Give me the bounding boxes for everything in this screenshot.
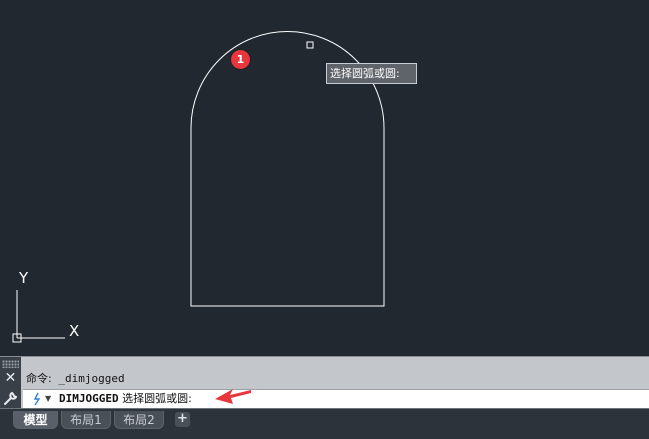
tab-model[interactable]: 模型	[13, 411, 58, 429]
command-input[interactable]: ▼ DIMJOGGED 选择圆弧或圆:	[23, 389, 649, 409]
arrow-annotation-icon	[215, 389, 251, 404]
close-icon[interactable]: ✕	[3, 371, 18, 386]
history-prefix: 命令:	[26, 372, 52, 385]
ucs-y-label: Y	[18, 269, 29, 287]
drag-grip-icon[interactable]	[2, 360, 19, 368]
layout-tab-bar: 模型 布局1 布局2 +	[0, 408, 649, 439]
grip-marker[interactable]	[306, 41, 314, 49]
command-prompt: DIMJOGGED 选择圆弧或圆:	[59, 392, 192, 406]
drawing-svg: Y X	[12, 31, 385, 343]
step-badge: 1	[231, 50, 250, 69]
prompt-text: 选择圆弧或圆:	[122, 392, 192, 405]
drawing-canvas[interactable]: Y X 1 选择圆弧或圆:	[0, 0, 649, 356]
command-icon[interactable]	[31, 392, 43, 406]
ucs-x-label: X	[69, 322, 79, 340]
chevron-down-icon[interactable]: ▼	[45, 392, 51, 406]
ucs-icon	[12, 290, 65, 343]
command-line-window: ✕ 命令: _dimjogged ▼ DIMJOGGED 选择圆弧或圆:	[0, 356, 649, 409]
command-line-sidebar: ✕	[0, 357, 21, 409]
command-history-line: 命令: _dimjogged	[26, 370, 125, 386]
prompt-keyword: DIMJOGGED	[59, 392, 119, 405]
history-command: _dimjogged	[58, 372, 125, 385]
tab-layout2[interactable]: 布局2	[114, 411, 164, 429]
cursor-tooltip: 选择圆弧或圆:	[326, 63, 417, 84]
tab-layout1[interactable]: 布局1	[61, 411, 111, 429]
add-layout-button[interactable]: +	[175, 412, 190, 427]
wrench-icon[interactable]	[2, 390, 19, 407]
